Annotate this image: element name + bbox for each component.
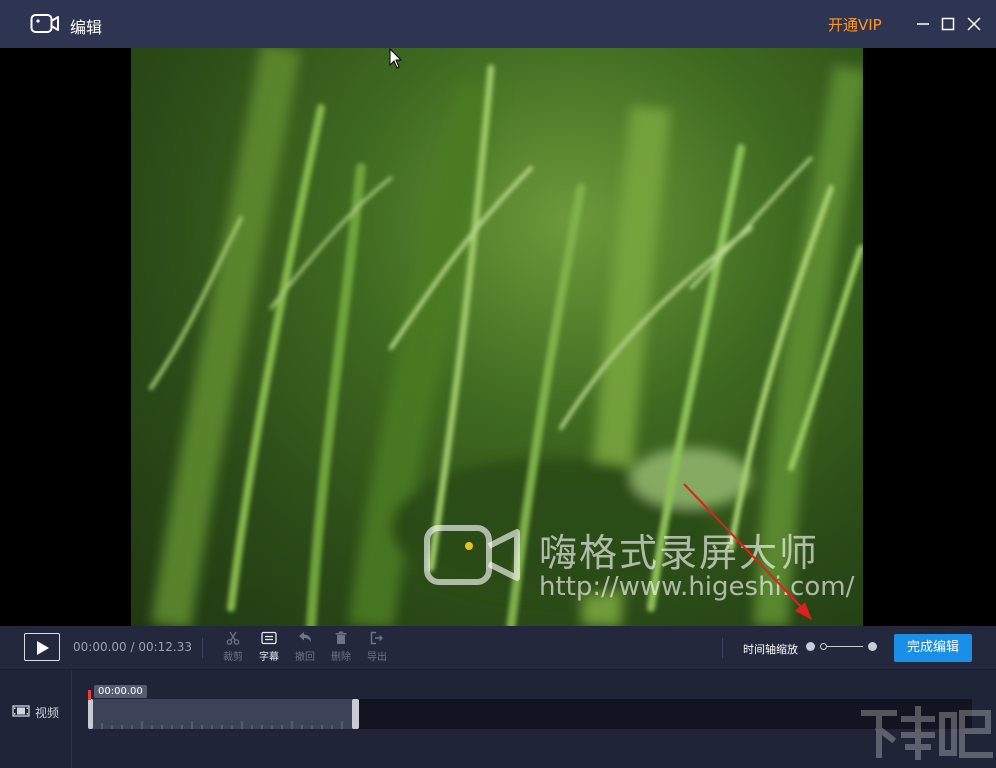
video-track-header: 视频 xyxy=(0,670,72,768)
divider xyxy=(202,638,203,658)
video-camera-icon xyxy=(30,14,59,33)
close-icon[interactable] xyxy=(963,13,985,35)
vip-link[interactable]: 开通VIP xyxy=(828,14,882,35)
minimize-icon[interactable] xyxy=(912,13,934,35)
watermark: 嗨格式录屏大师 http://www.higeshi.com/ xyxy=(423,522,855,602)
playhead-time: 00:00.00 xyxy=(94,685,147,698)
video-track-label: 视频 xyxy=(35,706,60,720)
subtitle-button[interactable]: 字幕 xyxy=(254,631,284,663)
clip-end-handle[interactable] xyxy=(352,699,359,729)
export-label: 导出 xyxy=(367,652,387,663)
clip-start-handle[interactable] xyxy=(88,699,93,729)
subtitle-icon xyxy=(261,631,277,645)
zoom-out-icon[interactable] xyxy=(806,642,815,651)
finish-edit-button[interactable]: 完成编辑 xyxy=(894,634,972,662)
time-separator: / xyxy=(126,640,139,654)
zoom-in-icon[interactable] xyxy=(868,642,877,651)
window-title: 编辑 xyxy=(70,18,103,37)
watermark-logo-icon xyxy=(424,525,520,585)
export-icon xyxy=(370,631,383,645)
playhead[interactable] xyxy=(88,690,91,700)
divider xyxy=(722,638,723,658)
zoom-slider-thumb[interactable] xyxy=(820,643,827,650)
editor-toolbar: 00:00.00 / 00:12.33 裁剪 字幕 撤回 删除 导出 时间轴缩放… xyxy=(0,626,996,670)
maximize-icon[interactable] xyxy=(937,13,959,35)
watermark-name: 嗨格式录屏大师 xyxy=(539,531,820,575)
clip-ruler xyxy=(101,721,343,729)
site-watermark-logo xyxy=(861,706,993,760)
total-time: 00:12.33 xyxy=(138,640,193,654)
play-button[interactable] xyxy=(24,633,60,661)
video-preview[interactable]: 嗨格式录屏大师 http://www.higeshi.com/ xyxy=(0,48,996,626)
cut-button[interactable]: 裁剪 xyxy=(218,631,248,663)
delete-label: 删除 xyxy=(331,652,351,663)
export-button[interactable]: 导出 xyxy=(362,631,392,663)
zoom-slider-track[interactable] xyxy=(823,646,863,647)
watermark-url: http://www.higeshi.com/ xyxy=(539,572,855,602)
undo-button[interactable]: 撤回 xyxy=(290,631,320,663)
play-icon xyxy=(37,641,49,655)
time-display: 00:00.00 / 00:12.33 xyxy=(73,640,192,654)
trash-icon xyxy=(335,631,347,644)
subtitle-label: 字幕 xyxy=(259,652,279,663)
current-time: 00:00.00 xyxy=(73,640,127,654)
timeline-zoom-label: 时间轴缩放 xyxy=(743,643,798,656)
video-clip[interactable] xyxy=(90,699,358,729)
scissors-icon xyxy=(226,631,240,645)
mouse-cursor-icon xyxy=(389,48,403,69)
cut-label: 裁剪 xyxy=(223,652,243,663)
delete-button[interactable]: 删除 xyxy=(326,631,356,663)
film-icon xyxy=(12,705,30,717)
title-bar: 编辑 开通VIP xyxy=(0,0,996,48)
undo-label: 撤回 xyxy=(295,652,315,663)
video-frame: 嗨格式录屏大师 http://www.higeshi.com/ xyxy=(131,48,863,626)
undo-icon xyxy=(299,632,311,642)
